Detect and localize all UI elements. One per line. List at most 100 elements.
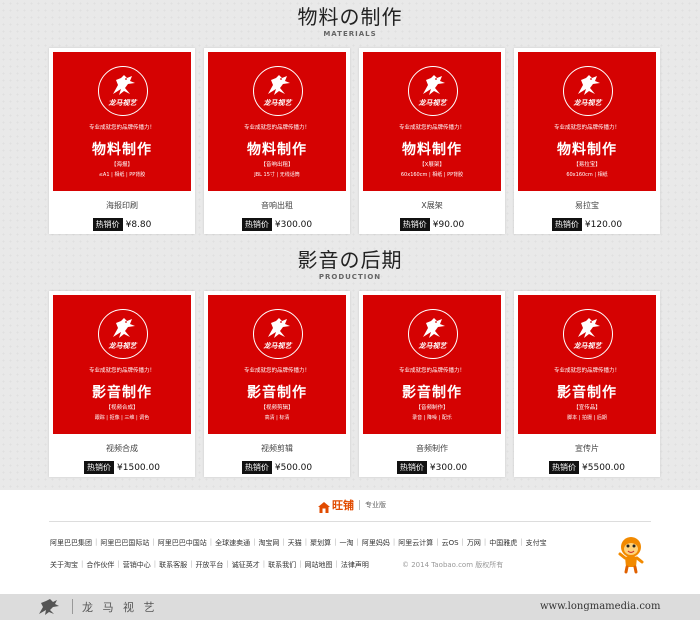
product-name-link[interactable]: 易拉宝 [514, 200, 660, 211]
link-separator: | [483, 538, 487, 546]
footer-link[interactable]: 诚征英才 [232, 560, 260, 570]
footer-link[interactable]: 中国雅虎 [489, 538, 517, 548]
horse-logo-icon: 龙马视艺 [408, 66, 458, 116]
footer-link[interactable]: 开放平台 [195, 560, 223, 570]
product-banner-image[interactable]: 龙马视艺 专业成就您的品牌传播力！ 物料制作 【易拉宝】 60x160cm | 相纸 [518, 52, 656, 191]
footer: 旺铺 专业版 阿里巴巴集团 | 阿里巴巴国际站 | 阿里巴巴中国站 | 全球速卖通 | 淘宝网 |… [0, 490, 700, 594]
footer-link[interactable]: 聚划算 [310, 538, 331, 548]
wangpu-brand[interactable]: 旺铺 专业版 [317, 497, 386, 513]
horse-logo-icon: 龙马视艺 [253, 309, 303, 359]
product-banner-image[interactable]: 龙马视艺 专业成就您的品牌传播力！ 影音制作 【视频剪辑】 高清 | 标清 [208, 295, 346, 434]
footer-link[interactable]: 一淘 [340, 538, 354, 548]
link-separator: | [209, 538, 213, 546]
product-price: ¥300.00 [274, 219, 313, 230]
product-name-link[interactable]: X展架 [359, 200, 505, 211]
footer-link[interactable]: 阿里妈妈 [362, 538, 390, 548]
banner-subheading: 【视频剪辑】 [260, 405, 294, 411]
footer-link[interactable]: 合作伙伴 [86, 560, 114, 570]
mascot-icon [616, 534, 646, 574]
logo-brand-name: 龙马视艺 [573, 99, 602, 107]
product-banner-image[interactable]: 龙马视艺 专业成就您的品牌传播力！ 影音制作 【音频制作】 录音 | 降噪 | 配乐 [363, 295, 501, 434]
horse-logo-icon: 龙马视艺 [98, 66, 148, 116]
link-separator: | [304, 538, 308, 546]
banner-specs: ≤A1 | 相纸 | PP背胶 [98, 172, 146, 178]
banner-specs: 录音 | 降噪 | 配乐 [412, 415, 452, 421]
footer-link[interactable]: 阿里云计算 [398, 538, 433, 548]
product-price: ¥500.00 [274, 462, 313, 473]
footer-link[interactable]: 天猫 [288, 538, 302, 548]
footer-link[interactable]: 联系客服 [159, 560, 187, 570]
divider [359, 500, 360, 510]
banner-heading: 物料制作 [247, 142, 307, 158]
footer-link[interactable]: 支付宝 [526, 538, 547, 548]
product-name-link[interactable]: 海报印刷 [49, 200, 195, 211]
product-banner-image[interactable]: 龙马视艺 专业成就您的品牌传播力！ 影音制作 【宣传品】 脚本 | 拍摄 | 后期 [518, 295, 656, 434]
banner-slogan: 专业成就您的品牌传播力！ [398, 368, 465, 374]
footer-link[interactable]: 淘宝网 [258, 538, 279, 548]
product-card[interactable]: 龙马视艺 专业成就您的品牌传播力！ 影音制作 【音频制作】 录音 | 降噪 | 配乐音频… [359, 291, 505, 477]
logo-brand-name: 龙马视艺 [263, 99, 292, 107]
product-card[interactable]: 龙马视艺 专业成就您的品牌传播力！ 物料制作 【X展架】 60x160cm | 相纸 |… [359, 48, 505, 234]
divider [72, 599, 73, 614]
banner-heading: 物料制作 [402, 142, 462, 158]
product-name-link[interactable]: 音频制作 [359, 443, 505, 454]
logo-brand-name: 龙马视艺 [263, 342, 292, 350]
divider [49, 521, 651, 522]
product-banner-image[interactable]: 龙马视艺 专业成就您的品牌传播力！ 物料制作 【X展架】 60x160cm | 相纸 |… [363, 52, 501, 191]
logo-brand-name: 龙马视艺 [573, 342, 602, 350]
product-card[interactable]: 龙马视艺 专业成就您的品牌传播力！ 影音制作 【视频剪辑】 高清 | 标清 视频剪辑 热销价… [204, 291, 350, 477]
product-name-link[interactable]: 视频剪辑 [204, 443, 350, 454]
website-url[interactable]: www.longmamedia.com [540, 601, 660, 612]
brand-name: 龙 马 视 艺 [82, 601, 158, 614]
copyright-text: © 2014 Taobao.com 版权所有 [402, 561, 504, 569]
product-card[interactable]: 龙马视艺 专业成就您的品牌传播力！ 物料制作 【音响出租】 JBL 15寸 | 无线话筒… [204, 48, 350, 234]
link-separator: | [392, 538, 396, 546]
footer-link[interactable]: 联系我们 [268, 560, 296, 570]
footer-link[interactable]: 全球速卖通 [215, 538, 250, 548]
banner-slogan: 专业成就您的品牌传播力！ [553, 368, 620, 374]
hot-price-badge: 热销价 [241, 461, 272, 474]
banner-subheading: 【宣传品】 [573, 405, 601, 411]
hot-price-badge: 热销价 [551, 218, 582, 231]
product-card[interactable]: 龙马视艺 专业成就您的品牌传播力！ 物料制作 【海报】 ≤A1 | 相纸 | PP背胶海… [49, 48, 195, 234]
footer-link[interactable]: 法律声明 [341, 560, 369, 570]
footer-link[interactable]: 阿里巴巴集团 [50, 538, 92, 548]
product-banner-image[interactable]: 龙马视艺 专业成就您的品牌传播力！ 物料制作 【音响出租】 JBL 15寸 | 无线话筒 [208, 52, 346, 191]
banner-slogan: 专业成就您的品牌传播力！ [398, 125, 465, 131]
product-name-link[interactable]: 宣传片 [514, 443, 660, 454]
link-separator: | [152, 538, 155, 546]
banner-slogan: 专业成就您的品牌传播力！ [243, 125, 310, 131]
footer-link[interactable]: 云OS [442, 538, 459, 548]
product-banner-image[interactable]: 龙马视艺 专业成就您的品牌传播力！ 影音制作 【视频合成】 跟踪 | 抠像 | 三维 |… [53, 295, 191, 434]
link-separator: | [356, 538, 359, 546]
horse-logo-icon: 龙马视艺 [563, 66, 613, 116]
footer-link[interactable]: 网站地图 [305, 560, 333, 570]
product-card[interactable]: 龙马视艺 专业成就您的品牌传播力！ 影音制作 【宣传品】 脚本 | 拍摄 | 后期 宣传片… [514, 291, 660, 477]
banner-specs: 高清 | 标清 [264, 415, 290, 421]
section-materials-header: 物料の制作 MATERIALS [0, 5, 700, 39]
footer-link[interactable]: 阿里巴巴中国站 [158, 538, 207, 548]
footer-link[interactable]: 万网 [467, 538, 481, 548]
footer-link[interactable]: 营销中心 [123, 560, 151, 570]
horse-logo-icon: 龙马视艺 [253, 66, 303, 116]
link-separator: | [253, 538, 256, 546]
product-name-link[interactable]: 视频合成 [49, 443, 195, 454]
link-separator: | [81, 560, 84, 568]
product-banner-image[interactable]: 龙马视艺 专业成就您的品牌传播力！ 物料制作 【海报】 ≤A1 | 相纸 | PP背胶 [53, 52, 191, 191]
price-row: 热销价 ¥5500.00 [514, 457, 660, 476]
footer-link[interactable]: 关于淘宝 [50, 560, 78, 570]
banner-heading: 物料制作 [92, 142, 152, 158]
product-name-link[interactable]: 音响出租 [204, 200, 350, 211]
product-price: ¥300.00 [429, 462, 468, 473]
product-price: ¥8.80 [125, 219, 152, 230]
materials-card-row: 龙马视艺专业成就您的品牌传播力！ 物料制作【海报】 ≤A1 | 相纸 | PP背胶海… [49, 48, 660, 234]
product-card[interactable]: 龙马视艺 专业成就您的品牌传播力！ 物料制作 【易拉宝】 60x160cm | 相纸易拉… [514, 48, 660, 234]
house-icon [317, 499, 331, 513]
price-row: 热销价 ¥90.00 [359, 214, 505, 233]
product-card[interactable]: 龙马视艺 专业成就您的品牌传播力！ 影音制作 【视频合成】 跟踪 | 抠像 | 三维 |… [49, 291, 195, 477]
banner-heading: 影音制作 [247, 385, 307, 401]
logo-brand-name: 龙马视艺 [108, 99, 137, 107]
banner-subheading: 【音响出租】 [260, 162, 294, 168]
banner-subheading: 【海报】 [110, 162, 133, 168]
footer-link[interactable]: 阿里巴巴国际站 [100, 538, 149, 548]
